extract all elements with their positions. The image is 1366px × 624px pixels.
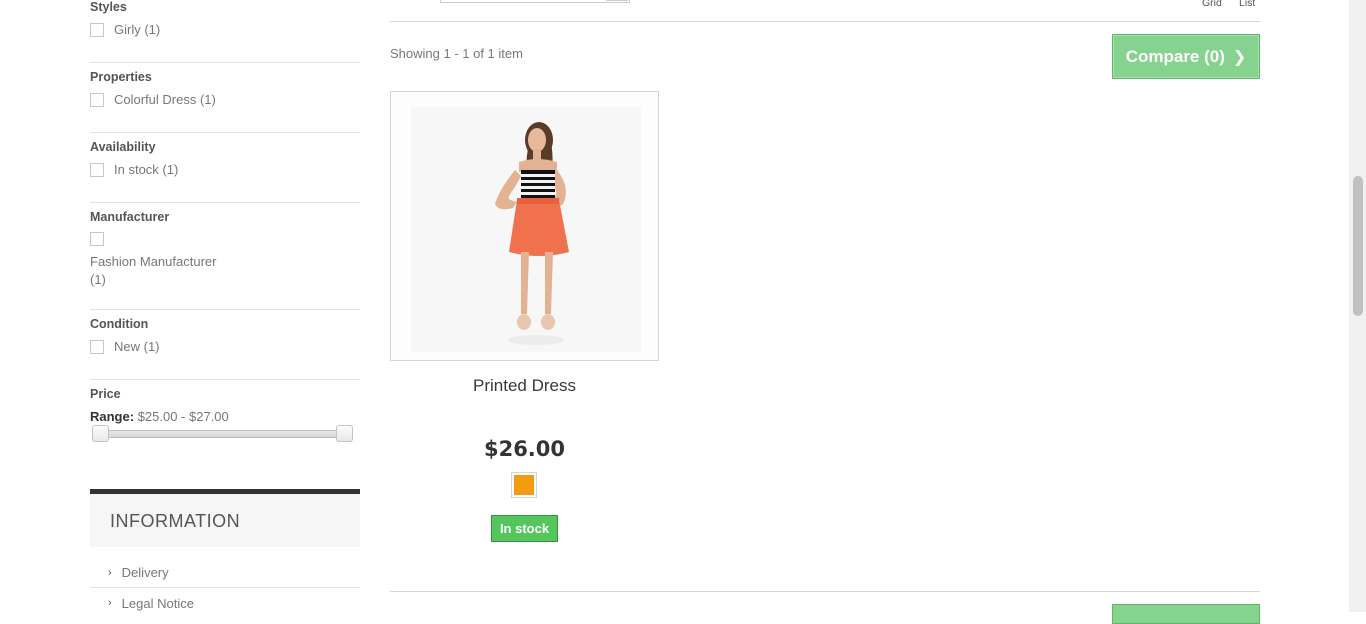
- price-slider[interactable]: [90, 425, 353, 442]
- model-photo: [391, 92, 658, 360]
- filter-properties: Properties Colorful Dress (1): [90, 62, 360, 107]
- filter-availability: Availability In stock (1): [90, 132, 360, 177]
- slider-handle-max[interactable]: [336, 425, 353, 442]
- slider-track[interactable]: [94, 430, 349, 438]
- filter-title: Manufacturer: [90, 210, 170, 224]
- product-count: Showing 1 - 1 of 1 item: [390, 46, 523, 61]
- chevron-right-icon: ›: [108, 566, 112, 579]
- sort-select-button[interactable]: [606, 0, 628, 1]
- compare-button[interactable]: Compare (0) ❯: [1112, 34, 1260, 79]
- information-item-delivery[interactable]: › Delivery: [90, 558, 360, 588]
- color-swatch-fill: [514, 475, 534, 495]
- compare-button-bottom[interactable]: [1112, 604, 1260, 624]
- stock-badge: In stock: [491, 515, 558, 542]
- scrollbar[interactable]: [1349, 0, 1366, 612]
- filter-option-label[interactable]: Colorful Dress (1): [114, 92, 216, 107]
- filter-option-label[interactable]: In stock (1): [114, 162, 178, 177]
- filter-condition: Condition New (1): [90, 309, 360, 354]
- checkbox[interactable]: [90, 162, 104, 177]
- checkbox[interactable]: [90, 22, 104, 37]
- price-range-text: Range: $25.00 - $27.00: [90, 409, 360, 424]
- chevron-right-icon: ❯: [1232, 48, 1247, 66]
- filter-title: Availability: [90, 140, 156, 154]
- information-item-label: Legal Notice: [121, 595, 194, 611]
- checkbox[interactable]: [90, 232, 104, 246]
- filter-option-label[interactable]: Fashion Manufacturer (1): [90, 253, 360, 289]
- filter-styles: Styles Girly (1): [90, 0, 360, 37]
- checkbox[interactable]: [90, 92, 104, 107]
- price-range-label: Range:: [90, 409, 135, 424]
- color-swatch[interactable]: [511, 472, 537, 498]
- product-price: $26.00: [483, 437, 566, 461]
- compare-button-label: Compare (0): [1125, 46, 1225, 66]
- price-range-value: $25.00 - $27.00: [137, 409, 229, 424]
- filter-manufacturer: Manufacturer Fashion Manufacturer (1): [90, 202, 360, 289]
- view-list-label[interactable]: List: [1239, 0, 1255, 9]
- view-grid-label[interactable]: Grid: [1202, 0, 1222, 9]
- sort-select[interactable]: [440, 0, 630, 3]
- information-block: INFORMATION › Delivery › Legal Notice: [90, 489, 360, 618]
- product-name[interactable]: Printed Dress: [390, 376, 659, 396]
- filter-option-line: Fashion Manufacturer: [90, 254, 217, 269]
- information-item-label: Delivery: [121, 565, 169, 580]
- slider-handle-min[interactable]: [92, 425, 109, 442]
- checkbox[interactable]: [90, 339, 104, 354]
- product-image[interactable]: [390, 91, 659, 361]
- information-title[interactable]: INFORMATION: [90, 489, 360, 547]
- filter-title: Condition: [90, 317, 149, 331]
- filter-option-count: (1): [90, 272, 106, 287]
- scrollbar-thumb[interactable]: [1353, 176, 1363, 316]
- filter-option-label[interactable]: New (1): [114, 339, 160, 354]
- information-list: › Delivery › Legal Notice: [90, 558, 360, 618]
- divider: [390, 591, 1260, 592]
- filter-price: Price Range: $25.00 - $27.00: [90, 379, 360, 469]
- filter-title: Properties: [90, 70, 152, 84]
- information-item-legal-notice[interactable]: › Legal Notice: [90, 588, 360, 618]
- filter-option-label[interactable]: Girly (1): [114, 22, 160, 37]
- filter-title: Styles: [90, 0, 127, 14]
- filter-title: Price: [90, 387, 121, 401]
- chevron-right-icon: ›: [108, 597, 112, 609]
- divider: [390, 21, 1260, 22]
